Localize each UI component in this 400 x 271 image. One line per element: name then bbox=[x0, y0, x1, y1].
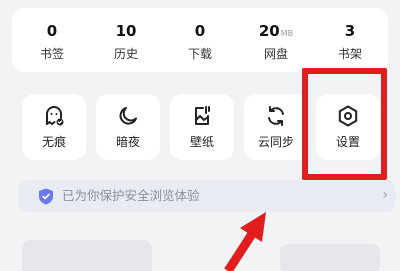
stat-unit: MB bbox=[280, 29, 294, 38]
shield-check-icon bbox=[38, 188, 54, 205]
settings-hexagon-icon bbox=[336, 104, 360, 128]
list-item bbox=[22, 240, 152, 271]
arrow-annotation-icon bbox=[222, 208, 282, 271]
stat-bookshelf[interactable]: 3 书架 bbox=[318, 8, 382, 72]
tile-label: 暗夜 bbox=[115, 135, 140, 149]
tool-night-mode[interactable]: 暗夜 bbox=[96, 94, 160, 160]
chevron-right-icon: › bbox=[382, 187, 388, 203]
security-banner[interactable]: 已为你保护安全浏览体验 › bbox=[18, 180, 396, 212]
tile-label: 设置 bbox=[335, 135, 360, 149]
sync-icon bbox=[264, 104, 288, 128]
stat-cloud-drive[interactable]: 20MB 网盘 bbox=[244, 8, 308, 72]
stat-label: 书架 bbox=[337, 47, 362, 61]
stat-label: 下载 bbox=[187, 47, 212, 61]
stat-value: 0 bbox=[46, 22, 58, 40]
moon-icon bbox=[116, 104, 140, 128]
stat-label: 历史 bbox=[113, 47, 138, 61]
stat-value: 10 bbox=[115, 22, 137, 40]
stat-label: 书签 bbox=[39, 47, 64, 61]
ghost-icon bbox=[42, 104, 66, 128]
security-text: 已为你保护安全浏览体验 bbox=[62, 188, 200, 203]
stats-card: 0 书签 10 历史 0 下载 20MB 网盘 3 书架 bbox=[12, 8, 388, 72]
tile-label: 无痕 bbox=[41, 135, 66, 149]
stat-downloads[interactable]: 0 下载 bbox=[168, 8, 232, 72]
tool-cloud-sync[interactable]: 云同步 bbox=[244, 94, 308, 160]
tool-wallpaper[interactable]: 壁纸 bbox=[170, 94, 234, 160]
stat-value: 3 bbox=[344, 22, 356, 40]
stat-value: 0 bbox=[194, 22, 206, 40]
wallpaper-icon bbox=[190, 104, 214, 128]
tool-incognito[interactable]: 无痕 bbox=[22, 94, 86, 160]
stat-bookmarks[interactable]: 0 书签 bbox=[20, 8, 84, 72]
list-item bbox=[280, 244, 380, 271]
stat-history[interactable]: 10 历史 bbox=[94, 8, 158, 72]
stat-value: 20MB bbox=[258, 22, 294, 40]
stat-label: 网盘 bbox=[263, 47, 288, 61]
tool-settings[interactable]: 设置 bbox=[316, 94, 380, 160]
tile-label: 壁纸 bbox=[189, 135, 214, 149]
tile-label: 云同步 bbox=[257, 135, 294, 149]
